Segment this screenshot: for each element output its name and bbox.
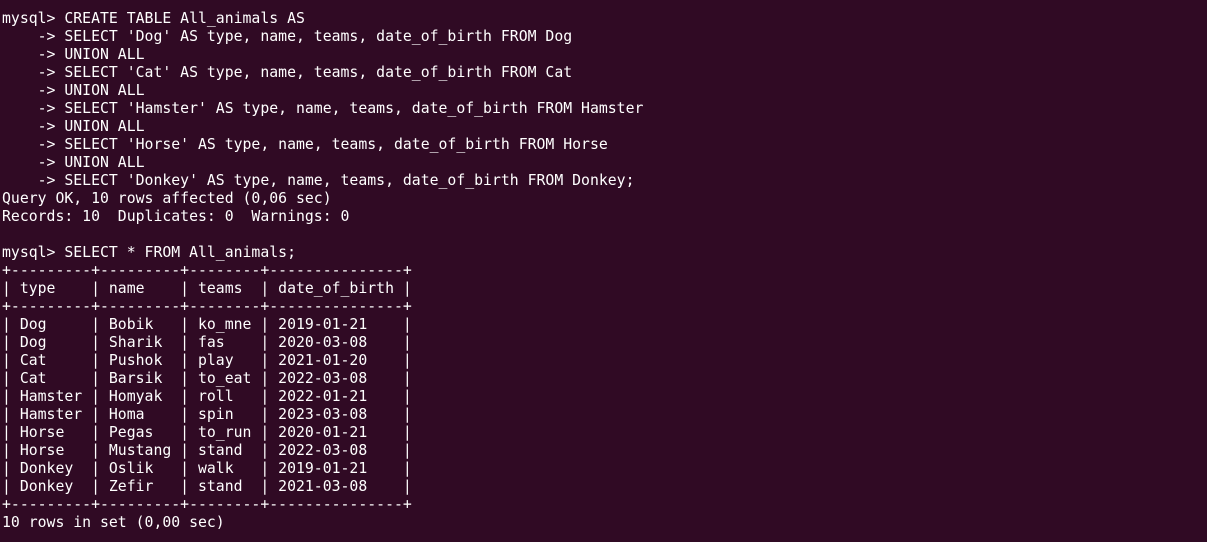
table-row: | Cat | Barsik | to_eat | 2022-03-08 | [2, 370, 412, 387]
table-row: | Hamster | Homa | spin | 2023-03-08 | [2, 406, 412, 423]
continuation-line: -> SELECT 'Cat' AS type, name, teams, da… [2, 64, 573, 81]
query-status-line: Query OK, 10 rows affected (0,06 sec) [2, 190, 332, 207]
table-row: | Hamster | Homyak | roll | 2022-01-21 | [2, 388, 412, 405]
table-row: | Dog | Sharik | fas | 2020-03-08 | [2, 334, 412, 351]
continuation-line: -> UNION ALL [2, 118, 145, 135]
continuation-line: -> UNION ALL [2, 46, 145, 63]
continuation-line: -> SELECT 'Horse' AS type, name, teams, … [2, 136, 608, 153]
continuation-line: -> SELECT 'Hamster' AS type, name, teams… [2, 100, 644, 117]
result-summary-line: 10 rows in set (0,00 sec) [2, 514, 225, 531]
table-row: | Horse | Mustang | stand | 2022-03-08 | [2, 442, 412, 459]
table-header-row: | type | name | teams | date_of_birth | [2, 280, 412, 297]
terminal-window[interactable]: mysql> CREATE TABLE All_animals AS -> SE… [0, 0, 1207, 542]
continuation-line: -> UNION ALL [2, 82, 145, 99]
table-border-line: +---------+---------+--------+----------… [2, 298, 412, 315]
table-row: | Donkey | Zefir | stand | 2021-03-08 | [2, 478, 412, 495]
table-row: | Donkey | Oslik | walk | 2019-01-21 | [2, 460, 412, 477]
prompt-line: mysql> SELECT * FROM All_animals; [2, 244, 296, 261]
table-border-line: +---------+---------+--------+----------… [2, 262, 412, 279]
table-row: | Cat | Pushok | play | 2021-01-20 | [2, 352, 412, 369]
continuation-line: -> UNION ALL [2, 154, 145, 171]
table-border-line: +---------+---------+--------+----------… [2, 496, 412, 513]
continuation-line: -> SELECT 'Dog' AS type, name, teams, da… [2, 28, 573, 45]
table-row: | Horse | Pegas | to_run | 2020-01-21 | [2, 424, 412, 441]
continuation-line: -> SELECT 'Donkey' AS type, name, teams,… [2, 172, 635, 189]
prompt-line: mysql> CREATE TABLE All_animals AS [2, 10, 305, 27]
records-summary-line: Records: 10 Duplicates: 0 Warnings: 0 [2, 208, 350, 225]
table-row: | Dog | Bobik | ko_mne | 2019-01-21 | [2, 316, 412, 333]
